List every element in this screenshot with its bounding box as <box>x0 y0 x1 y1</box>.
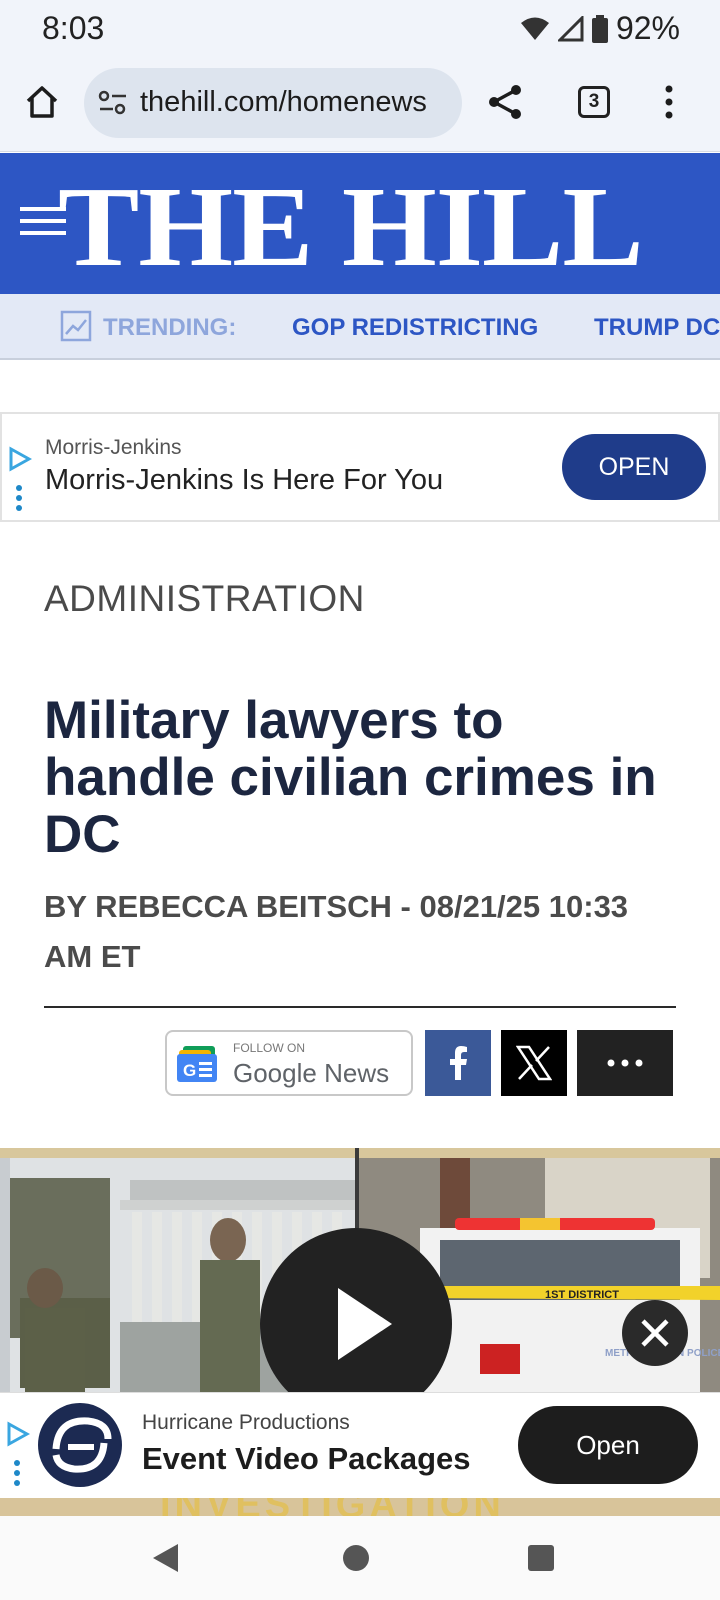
ad-banner-top[interactable]: Morris-Jenkins Morris-Jenkins Is Here Fo… <box>0 412 720 522</box>
ellipsis-icon <box>607 1059 643 1067</box>
address-bar[interactable]: thehill.com/homenews <box>84 68 462 138</box>
home-nav-icon[interactable] <box>342 1544 370 1572</box>
more-menu-icon[interactable] <box>664 84 674 120</box>
wifi-icon <box>520 17 549 40</box>
system-navigation-bar <box>0 1516 720 1600</box>
facebook-icon <box>450 1046 467 1080</box>
site-masthead: THE HILL <box>0 153 720 294</box>
google-news-follow-button[interactable]: G FOLLOW ON Google News <box>165 1030 413 1096</box>
home-icon[interactable] <box>24 84 60 120</box>
trending-chart-icon <box>60 310 92 342</box>
site-logo[interactable]: THE HILL <box>58 161 644 293</box>
google-news-label: Google News <box>233 1058 389 1089</box>
facebook-share-button[interactable] <box>425 1030 491 1096</box>
svg-text:G: G <box>183 1061 196 1080</box>
status-bar: 8:03 92% <box>0 0 720 56</box>
ad-open-button[interactable]: Open <box>518 1406 698 1484</box>
ad-choices-icon[interactable] <box>6 1421 30 1447</box>
article-headline: Military lawyers to handle civilian crim… <box>44 691 657 864</box>
ad-choices-icon[interactable] <box>8 446 32 472</box>
play-button[interactable] <box>260 1228 452 1392</box>
ad-headline[interactable]: Event Video Packages <box>142 1441 471 1477</box>
trending-label: TRENDING: <box>103 314 237 341</box>
x-icon <box>516 1045 552 1081</box>
trending-link[interactable]: GOP REDISTRICTING <box>292 314 538 342</box>
ad-options-icon[interactable] <box>15 484 23 512</box>
url-text: thehill.com/homenews <box>140 86 427 118</box>
divider <box>44 1006 676 1008</box>
article-byline: BY REBECCA BEITSCH - 08/21/25 10:33 AM E… <box>44 889 629 974</box>
more-share-button[interactable] <box>577 1030 673 1096</box>
ad-headline[interactable]: Morris-Jenkins Is Here For You <box>45 464 443 497</box>
recents-icon[interactable] <box>527 1544 555 1572</box>
trending-link[interactable]: TRUMP DC <box>594 314 720 342</box>
ad-banner-bottom[interactable]: Hurricane Productions Event Video Packag… <box>0 1392 720 1498</box>
status-icons: 92% <box>520 10 680 47</box>
ad-open-button[interactable]: OPEN <box>562 434 706 500</box>
signal-icon <box>557 15 584 41</box>
trending-bar: TRENDING: GOP REDISTRICTING TRUMP DC <box>0 294 720 360</box>
site-settings-icon[interactable] <box>98 90 128 116</box>
article-section[interactable]: ADMINISTRATION <box>44 578 365 620</box>
google-news-icon: G <box>177 1046 217 1082</box>
google-word: Google <box>233 1058 317 1088</box>
battery-percent: 92% <box>615 10 680 46</box>
tab-switcher-button[interactable]: 3 <box>578 86 610 118</box>
battery-icon <box>591 14 608 43</box>
follow-on-label: FOLLOW ON <box>233 1041 306 1055</box>
peek-text: INVESTIGATION <box>160 1498 505 1516</box>
share-icon[interactable] <box>486 82 526 122</box>
browser-toolbar: thehill.com/homenews 3 <box>0 56 720 152</box>
close-icon[interactable] <box>622 1300 688 1366</box>
ad-brand: Hurricane Productions <box>142 1411 350 1434</box>
status-time: 8:03 <box>42 10 105 46</box>
ad-options-icon[interactable] <box>13 1459 21 1487</box>
advertiser-logo-icon <box>38 1403 122 1487</box>
hero-district-text: 1ST DISTRICT <box>545 1289 619 1301</box>
next-content-peek: INVESTIGATION <box>0 1498 720 1516</box>
x-share-button[interactable] <box>501 1030 567 1096</box>
ad-brand: Morris-Jenkins <box>45 436 182 459</box>
news-word: News <box>324 1058 390 1088</box>
article-hero-video[interactable]: 1ST DISTRICT METROPOLITAN POLICE <box>0 1148 720 1392</box>
back-icon[interactable] <box>150 1542 180 1574</box>
